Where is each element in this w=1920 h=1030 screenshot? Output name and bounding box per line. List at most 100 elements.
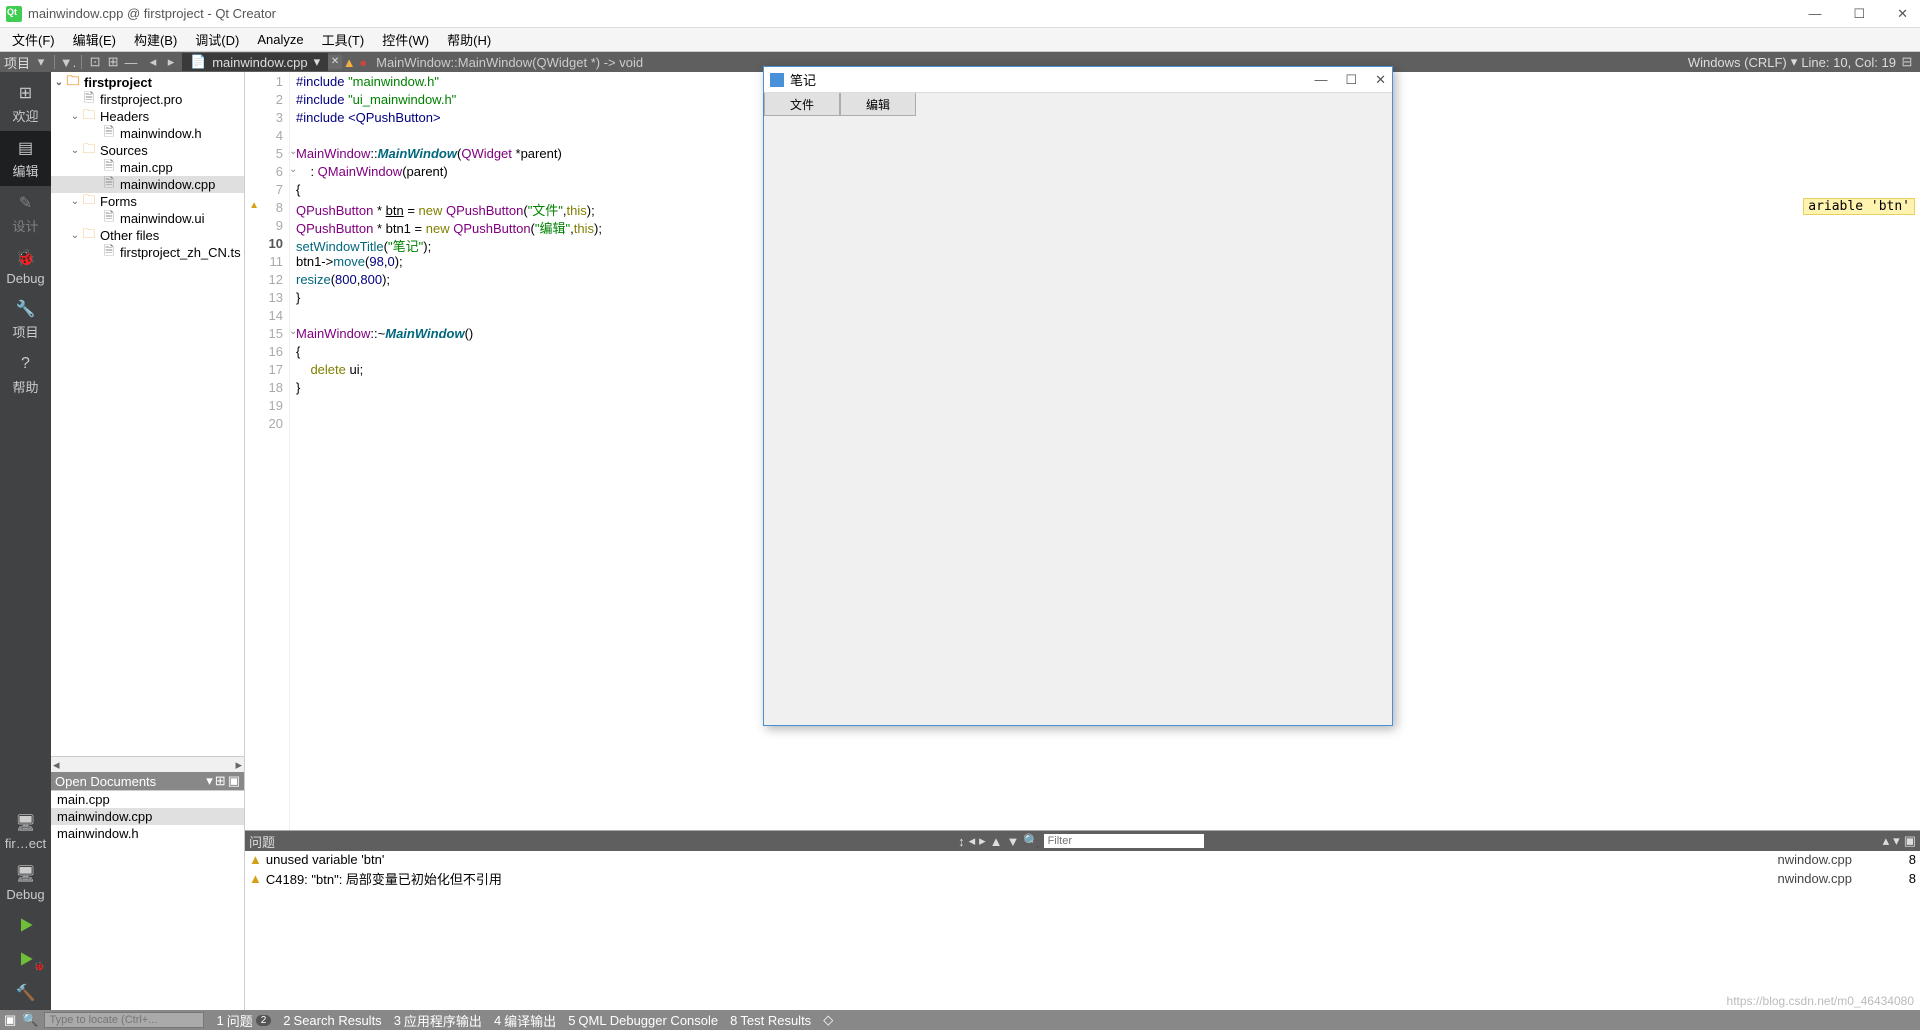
dash-icon[interactable]: — <box>124 55 138 69</box>
output-tab[interactable]: 2Search Results <box>277 1011 387 1030</box>
close-pane-icon[interactable]: ▣ <box>228 773 240 789</box>
issue-row[interactable]: ▲unused variable 'btn'nwindow.cpp8 <box>245 851 1920 868</box>
app-button[interactable]: 编辑 <box>840 93 916 116</box>
dropdown-icon[interactable]: ▾ <box>34 55 48 69</box>
app-titlebar[interactable]: 笔记 — ☐ ✕ <box>764 67 1392 93</box>
file-icon: 🗎 <box>81 93 97 107</box>
filter-icon[interactable]: ▼. <box>61 55 75 69</box>
more-icon[interactable]: ◇ <box>823 1012 833 1028</box>
close-doc-button[interactable]: ✕ <box>328 55 342 69</box>
app-button-bar: 文件编辑 <box>764 93 1392 116</box>
tree-item[interactable]: ⌄🗀Other files <box>51 227 244 244</box>
output-tab[interactable]: 4编译输出 <box>488 1011 562 1030</box>
running-app-window[interactable]: 笔记 — ☐ ✕ 文件编辑 <box>763 66 1393 726</box>
project-tree[interactable]: ⌄🗀firstproject🗎firstproject.pro⌄🗀Headers… <box>51 72 244 756</box>
issues-list[interactable]: ▲unused variable 'btn'nwindow.cpp8▲C4189… <box>245 851 1920 1010</box>
expand-icon[interactable]: ▴ <box>1883 833 1890 849</box>
watermark-text: https://blog.csdn.net/m0_46434080 <box>1727 994 1914 1008</box>
mode-帮助[interactable]: ?帮助 <box>0 347 51 402</box>
filter-icon[interactable]: ▼ <box>1007 834 1020 849</box>
sort-icon[interactable]: ↕ <box>958 834 965 849</box>
mode-Debug[interactable]: 🐞Debug <box>0 241 51 292</box>
app-close-button[interactable]: ✕ <box>1375 72 1386 88</box>
record-icon[interactable]: ● <box>356 55 370 69</box>
tree-item[interactable]: ⌄🗀firstproject <box>51 74 244 91</box>
menu-item[interactable]: Analyze <box>249 30 311 49</box>
encoding-selector[interactable]: Windows (CRLF) <box>1688 55 1787 70</box>
mode-欢迎[interactable]: ⊞欢迎 <box>0 76 51 131</box>
run-button[interactable] <box>0 908 51 942</box>
monitor-icon: 🖥 <box>15 812 37 834</box>
project-pane: ⌄🗀firstproject🗎firstproject.pro⌄🗀Headers… <box>51 72 245 1010</box>
locator-input[interactable] <box>44 1012 204 1028</box>
open-doc-item[interactable]: mainwindow.cpp <box>51 808 244 825</box>
open-docs-list[interactable]: main.cppmainwindow.cppmainwindow.h <box>51 790 244 1010</box>
tree-item[interactable]: 🗎firstproject.pro <box>51 91 244 108</box>
hammer-icon: 🔨 <box>15 982 37 1004</box>
close-button[interactable]: ✕ <box>1891 4 1914 24</box>
mode-编辑[interactable]: ▤编辑 <box>0 131 51 186</box>
tree-item[interactable]: ⌄🗀Sources <box>51 142 244 159</box>
menu-item[interactable]: 调试(D) <box>187 28 247 51</box>
tree-item[interactable]: 🗎mainwindow.h <box>51 125 244 142</box>
folder-icon: 🗀 <box>81 110 97 124</box>
menu-item[interactable]: 控件(W) <box>374 28 437 51</box>
menu-item[interactable]: 工具(T) <box>314 28 373 51</box>
output-tab[interactable]: 1问题2 <box>210 1011 277 1030</box>
split-h-icon[interactable]: ⊟ <box>1900 55 1914 69</box>
target-selector[interactable]: 🖥 fir…ect <box>0 806 51 857</box>
split-icon[interactable]: ⊞ <box>215 773 226 789</box>
mode-项目[interactable]: 🔧项目 <box>0 292 51 347</box>
dropdown-icon[interactable]: ▾ <box>206 773 213 789</box>
filter-input[interactable] <box>1044 834 1204 848</box>
project-selector[interactable]: 项目 <box>4 53 30 72</box>
app-body[interactable] <box>764 116 1392 725</box>
nav-back-icon[interactable]: ◂ <box>146 55 160 69</box>
menu-item[interactable]: 帮助(H) <box>439 28 499 51</box>
tree-item[interactable]: 🗎mainwindow.cpp <box>51 176 244 193</box>
minimize-icon[interactable]: ▾ <box>1893 833 1900 849</box>
warning-filter-icon[interactable]: ▲ <box>990 834 1003 849</box>
doc-dropdown-icon[interactable]: ▾ <box>314 54 321 70</box>
tree-item[interactable]: ⌄🗀Headers <box>51 108 244 125</box>
close-panel-icon[interactable]: ▣ <box>1904 833 1916 849</box>
menu-item[interactable]: 编辑(E) <box>65 28 124 51</box>
build-button[interactable]: 🔨 <box>0 976 51 1010</box>
open-doc-item[interactable]: main.cpp <box>51 791 244 808</box>
output-tab[interactable]: 3应用程序输出 <box>388 1011 488 1030</box>
output-tab[interactable]: 8Test Results <box>724 1011 817 1030</box>
doc-tab[interactable]: 📄 mainwindow.cpp ▾ <box>182 53 328 71</box>
tree-item[interactable]: ⌄🗀Forms <box>51 193 244 210</box>
inline-warning-hint: ariable 'btn' <box>1803 198 1915 215</box>
tree-item[interactable]: 🗎mainwindow.ui <box>51 210 244 227</box>
maximize-button[interactable]: ☐ <box>1847 4 1871 24</box>
warning-icon[interactable]: ▲ <box>342 55 356 69</box>
issue-row[interactable]: ▲C4189: "btn": 局部变量已初始化但不引用nwindow.cpp8 <box>245 868 1920 889</box>
tree-item[interactable]: 🗎firstproject_zh_CN.ts <box>51 244 244 261</box>
app-minimize-button[interactable]: — <box>1314 72 1327 88</box>
split-icon[interactable]: ⊞ <box>106 55 120 69</box>
file-icon: 🗎 <box>101 127 117 141</box>
mode-设计[interactable]: ✎设计 <box>0 186 51 241</box>
app-maximize-button[interactable]: ☐ <box>1345 72 1357 88</box>
toggle-sidebar-icon[interactable]: ▣ <box>4 1012 16 1028</box>
app-button[interactable]: 文件 <box>764 93 840 116</box>
minimize-button[interactable]: — <box>1802 4 1827 24</box>
tree-item[interactable]: 🗎main.cpp <box>51 159 244 176</box>
next-issue-icon[interactable]: ▸ <box>979 833 986 849</box>
menu-item[interactable]: 构建(B) <box>126 28 185 51</box>
open-doc-item[interactable]: mainwindow.h <box>51 825 244 842</box>
nav-fwd-icon[interactable]: ▸ <box>164 55 178 69</box>
prev-issue-icon[interactable]: ◂ <box>969 833 976 849</box>
search-icon: 🔍 <box>1023 833 1039 849</box>
mode-icon: ? <box>15 353 37 375</box>
build-mode[interactable]: 🖥 Debug <box>0 857 51 908</box>
menu-item[interactable]: 文件(F) <box>4 28 63 51</box>
output-tab[interactable]: 5QML Debugger Console <box>562 1011 724 1030</box>
sync-icon[interactable]: ⊡ <box>88 55 102 69</box>
symbol-breadcrumb[interactable]: MainWindow::MainWindow(QWidget *) -> voi… <box>370 55 649 70</box>
h-scrollbar[interactable]: ◂▸ <box>51 756 244 772</box>
mode-bar: ⊞欢迎▤编辑✎设计🐞Debug🔧项目?帮助 🖥 fir…ect 🖥 Debug … <box>0 72 51 1010</box>
run-debug-button[interactable]: 🐞 <box>0 942 51 976</box>
dropdown-icon[interactable]: ▾ <box>1791 54 1798 70</box>
